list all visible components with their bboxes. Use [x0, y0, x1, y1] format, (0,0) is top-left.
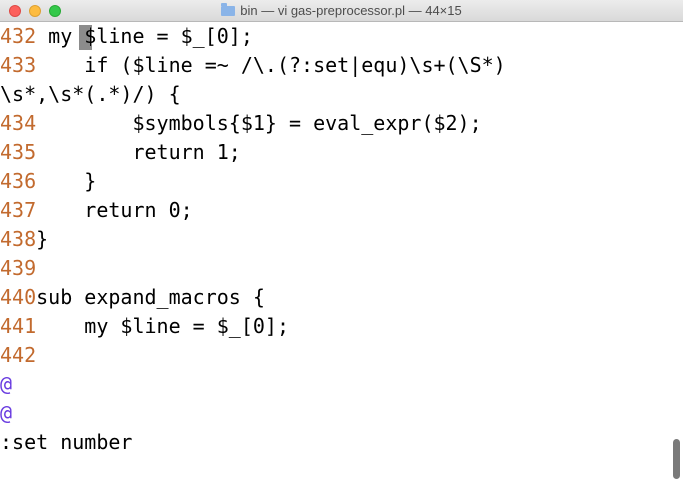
title-bar: bin — vi gas-preprocessor.pl — 44×15 — [0, 0, 683, 22]
line-number: 442 — [0, 343, 37, 367]
line-number: 438 — [0, 227, 37, 251]
code-line: 438} — [0, 225, 48, 254]
line-text: } — [36, 227, 49, 251]
terminal-content[interactable]: 432 my $line = $_[0]; 433 if ($line =~ /… — [0, 22, 683, 479]
line-number: 441 — [0, 314, 37, 338]
line-number: 440 — [0, 285, 37, 309]
line-number: 437 — [0, 198, 37, 222]
line-number: 433 — [0, 53, 37, 77]
empty-line-marker: @ — [0, 401, 13, 425]
line-text: $symbols{$1} = eval_expr($2); — [36, 111, 482, 135]
line-number: 434 — [0, 111, 37, 135]
line-text: } — [36, 169, 97, 193]
code-line: 436 } — [0, 167, 96, 196]
folder-icon — [221, 3, 236, 16]
line-text: return 1; — [36, 140, 241, 164]
code-line: 439 — [0, 254, 36, 283]
code-line: 437 return 0; — [0, 196, 193, 225]
line-number: 432 — [0, 24, 37, 48]
command-line[interactable]: :set number — [0, 428, 132, 457]
code-line-wrap: \s*,\s*(.*)/) { — [0, 80, 181, 109]
code-line: 435 return 1; — [0, 138, 241, 167]
line-number: 436 — [0, 169, 37, 193]
code-line: 441 my $line = $_[0]; — [0, 312, 289, 341]
code-line: 440sub expand_macros { — [0, 283, 265, 312]
code-line: 434 $symbols{$1} = eval_expr($2); — [0, 109, 482, 138]
code-line: 442 — [0, 341, 36, 370]
line-text: if ($line =~ /\.(?:set|equ)\s+(\S*) — [36, 53, 506, 77]
line-number: 435 — [0, 140, 37, 164]
code-line: 433 if ($line =~ /\.(?:set|equ)\s+(\S*) — [0, 51, 506, 80]
window-title-area: bin — vi gas-preprocessor.pl — 44×15 — [0, 3, 683, 18]
line-text: return 0; — [36, 198, 193, 222]
line-text: \s*,\s*(.*)/) { — [0, 82, 181, 106]
empty-line-marker: @ — [0, 372, 13, 396]
code-line: 432 my $line = $_[0]; — [0, 22, 253, 51]
line-number: 439 — [0, 256, 37, 280]
vertical-scrollbar[interactable] — [673, 439, 680, 479]
window-title: bin — vi gas-preprocessor.pl — 44×15 — [240, 3, 462, 18]
line-text: sub expand_macros { — [36, 285, 265, 309]
line-text: my $line = $_[0]; — [36, 314, 289, 338]
line-text: my $line = $_[0]; — [36, 24, 253, 48]
